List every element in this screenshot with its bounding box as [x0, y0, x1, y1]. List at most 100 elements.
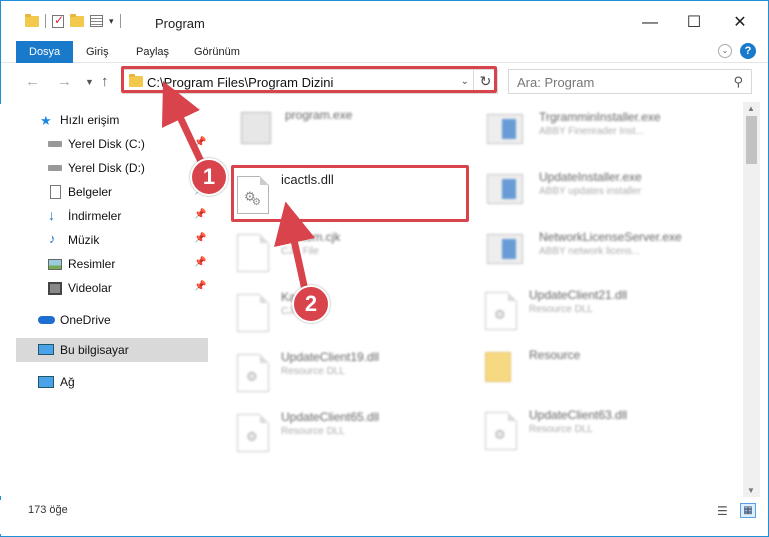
file-item[interactable]: ⚙ UpdateClient21.dll Resource DLL: [481, 282, 721, 338]
up-arrow-icon[interactable]: ↑: [101, 73, 109, 90]
divider: [119, 14, 121, 28]
file-item[interactable]: ⚙ UpdateClient65.dll Resource DLL: [233, 404, 473, 460]
dll-file-icon: ⚙: [485, 412, 517, 450]
folder-icon[interactable]: [25, 13, 39, 27]
sidebar-item-local-disk-c[interactable]: Yerel Disk (C:) 📌: [0, 132, 208, 156]
sidebar-item-downloads[interactable]: ↓ İndirmeler 📌: [0, 204, 208, 228]
maximize-button[interactable]: ☐: [671, 9, 717, 37]
file-name: icactls.dll: [281, 172, 334, 187]
help-icon[interactable]: ?: [740, 43, 756, 59]
sidebar-item-label: Ağ: [60, 375, 75, 389]
file-item[interactable]: Kanji.cjk CJK File: [233, 284, 473, 340]
address-path[interactable]: C:\Program Files\Program Dizini: [147, 75, 333, 90]
forward-arrow-icon[interactable]: →: [57, 73, 72, 90]
file-name: UpdateInstaller.exe: [539, 170, 642, 184]
tab-home[interactable]: Giriş: [86, 41, 109, 63]
file-type: Resource DLL: [281, 426, 345, 437]
file-name: UpdateClient19.dll: [281, 350, 380, 364]
file-item[interactable]: UpdateInstaller.exe ABBY updates install…: [483, 164, 723, 220]
search-icon[interactable]: ⚲: [733, 74, 743, 90]
file-type: Resource DLL: [529, 424, 593, 435]
sidebar-item-pictures[interactable]: Resimler 📌: [0, 252, 208, 276]
window-title: Program: [155, 16, 205, 31]
file-item[interactable]: program.exe: [237, 102, 477, 158]
sidebar-item-documents[interactable]: Belgeler 📌: [0, 180, 208, 204]
tab-file[interactable]: Dosya: [16, 41, 74, 63]
scroll-down-icon[interactable]: ▼: [747, 486, 755, 495]
installer-icon: [487, 234, 523, 272]
address-history-chevron-icon[interactable]: ⌄: [461, 76, 469, 87]
back-arrow-icon[interactable]: ←: [25, 73, 40, 90]
pin-icon[interactable]: 📌: [194, 209, 206, 220]
drive-icon: [48, 165, 62, 171]
sidebar-item-music[interactable]: ♪ Müzik 📌: [0, 228, 208, 252]
sidebar-item-network[interactable]: Ağ: [0, 370, 208, 394]
expand-ribbon-icon[interactable]: ⌄: [718, 44, 732, 58]
videos-icon: [48, 282, 62, 295]
file-name: NetworkLicenseServer.exe: [539, 230, 682, 244]
sidebar-item-label: İndirmeler: [68, 209, 122, 223]
customize-toolbar-chevron-icon[interactable]: ▾: [109, 16, 114, 27]
documents-icon: [50, 185, 61, 199]
sidebar-item-label: Yerel Disk (D:): [68, 161, 145, 175]
properties-check-icon[interactable]: [52, 13, 64, 28]
file-name: UpdateClient63.dll: [529, 408, 628, 422]
file-name: program.exe: [285, 108, 353, 122]
large-icons-view-icon[interactable]: ▦: [740, 503, 756, 518]
sidebar-item-label: Belgeler: [68, 185, 113, 199]
scroll-up-icon[interactable]: ▲: [747, 104, 755, 113]
navigation-bar: ← → ▼ ↑ C:\Program Files\Program Dizini …: [1, 64, 768, 100]
search-placeholder: Ara: Program: [517, 75, 595, 90]
sidebar-item-quick-access[interactable]: ★ Hızlı erişim: [0, 108, 208, 132]
address-bar[interactable]: C:\Program Files\Program Dizini ⌄ ↻: [122, 69, 498, 94]
file-item-icactls-dll[interactable]: ⚙ ⚙ icactls.dll: [233, 166, 473, 222]
pin-icon[interactable]: 📌: [194, 137, 206, 148]
rename-icon[interactable]: [90, 15, 103, 27]
installer-icon: [487, 114, 523, 152]
tab-share[interactable]: Paylaş: [136, 41, 169, 63]
scroll-thumb[interactable]: [746, 116, 757, 164]
details-view-icon[interactable]: ☰: [717, 504, 728, 518]
file-item[interactable]: Custom.cjk CJK File: [233, 224, 473, 280]
step-badge-2: 2: [292, 285, 330, 323]
download-icon: ↓: [48, 207, 55, 223]
file-name: UpdateClient65.dll: [281, 410, 380, 424]
vertical-scrollbar[interactable]: ▲ ▼: [743, 102, 760, 497]
folder-icon: [129, 74, 143, 87]
file-item[interactable]: NetworkLicenseServer.exe ABBY network li…: [483, 224, 723, 280]
file-item[interactable]: TrgramminInstaller.exe ABBY Finereader I…: [483, 104, 723, 160]
sidebar-item-label: Bu bilgisayar: [60, 343, 129, 357]
installer-icon: [487, 174, 523, 212]
refresh-icon[interactable]: ↻: [473, 70, 497, 93]
file-type: Resource DLL: [281, 366, 345, 377]
pin-icon[interactable]: 📌: [194, 233, 206, 244]
minimize-button[interactable]: —: [627, 9, 673, 37]
star-icon: ★: [40, 113, 52, 128]
network-icon: [38, 376, 54, 388]
folder-name: Resource: [529, 348, 581, 362]
sidebar-item-label: Resimler: [68, 257, 116, 271]
close-button[interactable]: ✕: [717, 9, 763, 37]
sidebar-item-this-pc[interactable]: Bu bilgisayar: [16, 338, 208, 362]
recent-locations-chevron-icon[interactable]: ▼: [85, 77, 94, 87]
new-folder-icon[interactable]: [70, 13, 84, 27]
file-type: ABBY Finereader Inst...: [539, 126, 644, 137]
folder-item[interactable]: Resource: [481, 342, 721, 398]
folder-icon: [485, 352, 517, 390]
sidebar-item-videos[interactable]: Videolar 📌: [0, 276, 208, 300]
cjk-file-icon: [237, 294, 269, 332]
navigation-pane: ★ Hızlı erişim Yerel Disk (C:) 📌 Yerel D…: [0, 104, 210, 496]
sidebar-item-onedrive[interactable]: OneDrive: [0, 308, 208, 332]
pin-icon[interactable]: 📌: [194, 281, 206, 292]
file-item[interactable]: ⚙ UpdateClient19.dll Resource DLL: [233, 344, 473, 400]
tab-view[interactable]: Görünüm: [194, 41, 240, 63]
pin-icon[interactable]: 📌: [194, 257, 206, 268]
file-item[interactable]: ⚙ UpdateClient63.dll Resource DLL: [481, 402, 721, 458]
pictures-icon: [48, 259, 62, 270]
search-input[interactable]: Ara: Program ⚲: [508, 69, 752, 94]
quick-access-toolbar: ▾: [25, 13, 121, 28]
dll-file-icon: ⚙: [237, 414, 269, 452]
dll-file-icon: ⚙: [237, 354, 269, 392]
sidebar-item-local-disk-d[interactable]: Yerel Disk (D:) 📌: [0, 156, 208, 180]
music-icon: ♪: [49, 231, 56, 246]
